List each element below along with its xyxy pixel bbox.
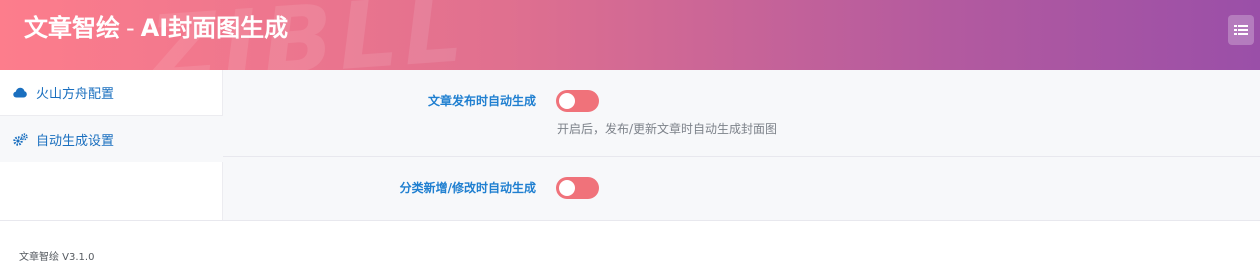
setting-description-post-publish: 开启后，发布/更新文章时自动生成封面图 [557,122,778,136]
sidebar: 火山方舟配置 自动生成设置 [0,70,223,220]
sidebar-item-volcano-config[interactable]: 火山方舟配置 [0,70,222,116]
sidebar-item-label: 火山方舟配置 [36,87,115,102]
header-banner: ZIBLL 文章智绘 - AI封面图生成 [0,0,1260,70]
row-divider [223,156,1260,157]
toggle-post-publish[interactable] [556,90,599,112]
toggle-category-change[interactable] [556,177,599,199]
settings-panel: 火山方舟配置 自动生成设置 文章发布时自动生成 开启后，发布/更新文章时自动生成… [0,70,1260,221]
version-footer: 文章智绘 V3.1.0 [19,252,95,263]
toggle-knob [559,180,575,196]
toggle-knob [559,93,575,109]
gears-icon [13,131,29,147]
setting-label-category-change: 分类新增/修改时自动生成 [399,181,536,195]
menu-list-icon [1234,25,1248,35]
sidebar-item-label: 自动生成设置 [36,133,115,149]
title-separator: - [126,14,135,42]
title-sub: AI封面图生成 [140,14,289,42]
page-title: 文章智绘 - AI封面图生成 [24,12,288,44]
menu-toggle-button[interactable] [1228,15,1254,45]
setting-label-post-publish: 文章发布时自动生成 [427,94,536,108]
sidebar-item-auto-generate[interactable]: 自动生成设置 [0,116,223,162]
cloud-icon [13,85,29,101]
title-main: 文章智绘 [24,14,120,42]
